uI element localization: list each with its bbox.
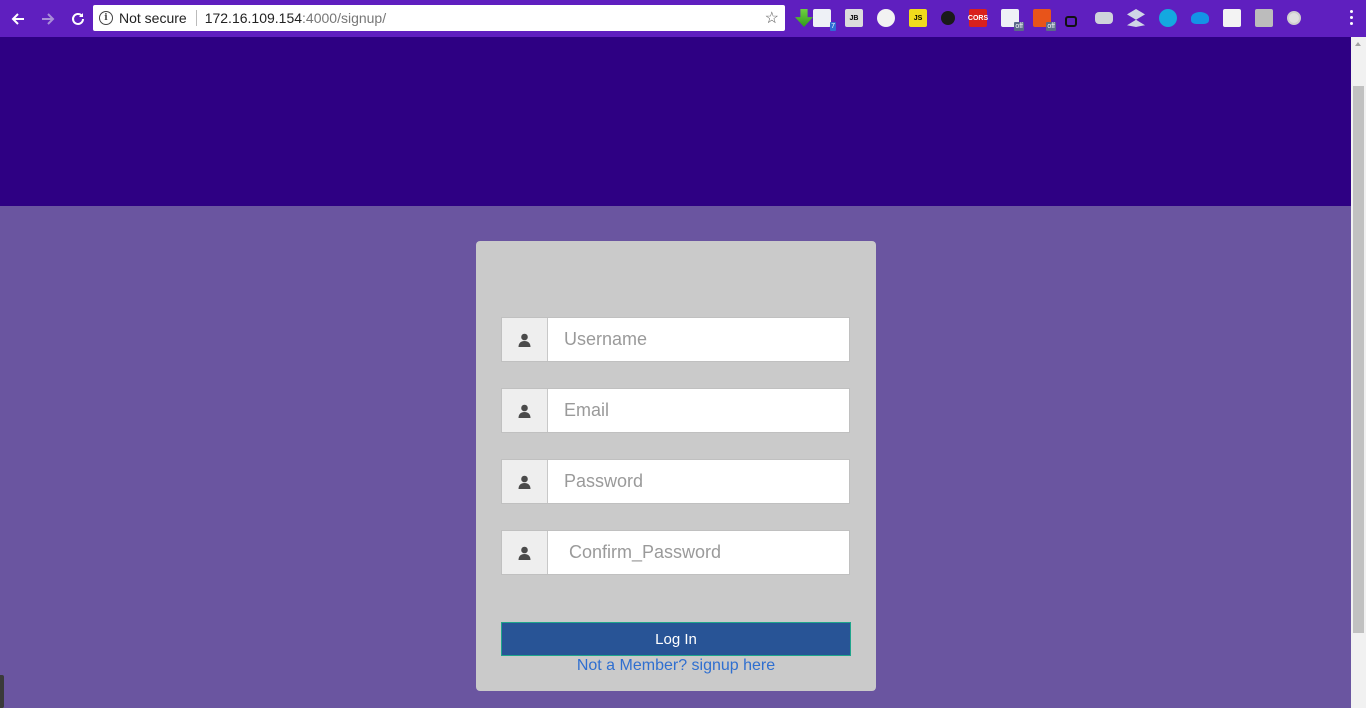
dropbox-icon[interactable]: [1127, 9, 1145, 27]
reload-button[interactable]: [65, 6, 91, 32]
user-icon: [518, 404, 531, 418]
forward-button[interactable]: [35, 6, 61, 32]
email-field-group: [501, 388, 850, 433]
address-separator: [195, 10, 197, 26]
password-input[interactable]: [548, 460, 849, 503]
extensions-bar: 7 JB JS CORS off off: [795, 8, 1315, 31]
j-icon[interactable]: [1255, 9, 1273, 27]
cors-icon[interactable]: CORS: [967, 9, 989, 27]
off-extension-icon[interactable]: off: [1001, 9, 1024, 31]
edit-page-icon[interactable]: 7: [813, 9, 836, 31]
circle-extension-icon[interactable]: [877, 9, 895, 27]
email-addon: [502, 389, 548, 432]
header-band: [0, 37, 1351, 206]
jb-icon[interactable]: JB: [845, 9, 863, 27]
arrow-right-icon: [42, 12, 55, 25]
browser-toolbar: i Not secure 172.16.109.154 :4000/signup…: [0, 0, 1366, 37]
scrollbar-thumb[interactable]: [1353, 86, 1364, 633]
confirm-password-addon: [502, 531, 548, 574]
back-button[interactable]: [5, 6, 31, 32]
user-icon: [518, 475, 531, 489]
scroll-up-icon[interactable]: [1355, 42, 1361, 46]
security-label[interactable]: Not secure: [119, 10, 187, 26]
confirm-password-field-group: [501, 530, 850, 575]
js-icon[interactable]: JS: [909, 9, 927, 27]
off-badge-2: off: [1046, 22, 1056, 31]
cyan-circle-icon[interactable]: [1159, 9, 1177, 27]
url-path: :4000/signup/: [302, 10, 387, 26]
page-scrollbar[interactable]: [1351, 37, 1366, 708]
address-bar[interactable]: i Not secure 172.16.109.154 :4000/signup…: [93, 5, 785, 31]
email-input[interactable]: [548, 389, 849, 432]
username-input[interactable]: [548, 318, 849, 361]
username-addon: [502, 318, 548, 361]
ring-icon[interactable]: [1287, 11, 1301, 25]
signup-link[interactable]: Not a Member? signup here: [476, 657, 876, 675]
lock-icon[interactable]: [1065, 15, 1077, 27]
cloud-icon[interactable]: [1191, 12, 1209, 24]
bookmark-star-icon[interactable]: ☆: [765, 8, 779, 28]
confirm-password-input[interactable]: [548, 531, 849, 574]
arrow-left-icon: [11, 12, 24, 25]
info-icon[interactable]: i: [99, 11, 113, 25]
password-addon: [502, 460, 548, 503]
user-icon: [518, 333, 531, 347]
js-icon-label: JS: [913, 14, 923, 22]
jb-icon-label: JB: [849, 14, 859, 22]
signup-card: Log In Not a Member? signup here: [476, 241, 876, 691]
reload-icon: [72, 12, 84, 25]
user-icon: [518, 546, 531, 560]
feather-icon[interactable]: [1223, 9, 1241, 27]
download-count-badge: 7: [830, 22, 836, 31]
off-extension-orange-icon[interactable]: off: [1033, 9, 1056, 31]
download-arrow-icon[interactable]: [795, 9, 813, 27]
off-badge: off: [1014, 22, 1024, 31]
password-field-group: [501, 459, 850, 504]
username-field-group: [501, 317, 850, 362]
tool-icon[interactable]: [941, 11, 955, 25]
cors-icon-label: CORS: [967, 14, 989, 22]
url-host: 172.16.109.154: [204, 10, 303, 26]
side-panel-handle[interactable]: [0, 675, 4, 708]
browser-menu-icon[interactable]: [1350, 10, 1353, 25]
login-button[interactable]: Log In: [501, 622, 851, 656]
keyboard-icon[interactable]: [1095, 12, 1113, 24]
